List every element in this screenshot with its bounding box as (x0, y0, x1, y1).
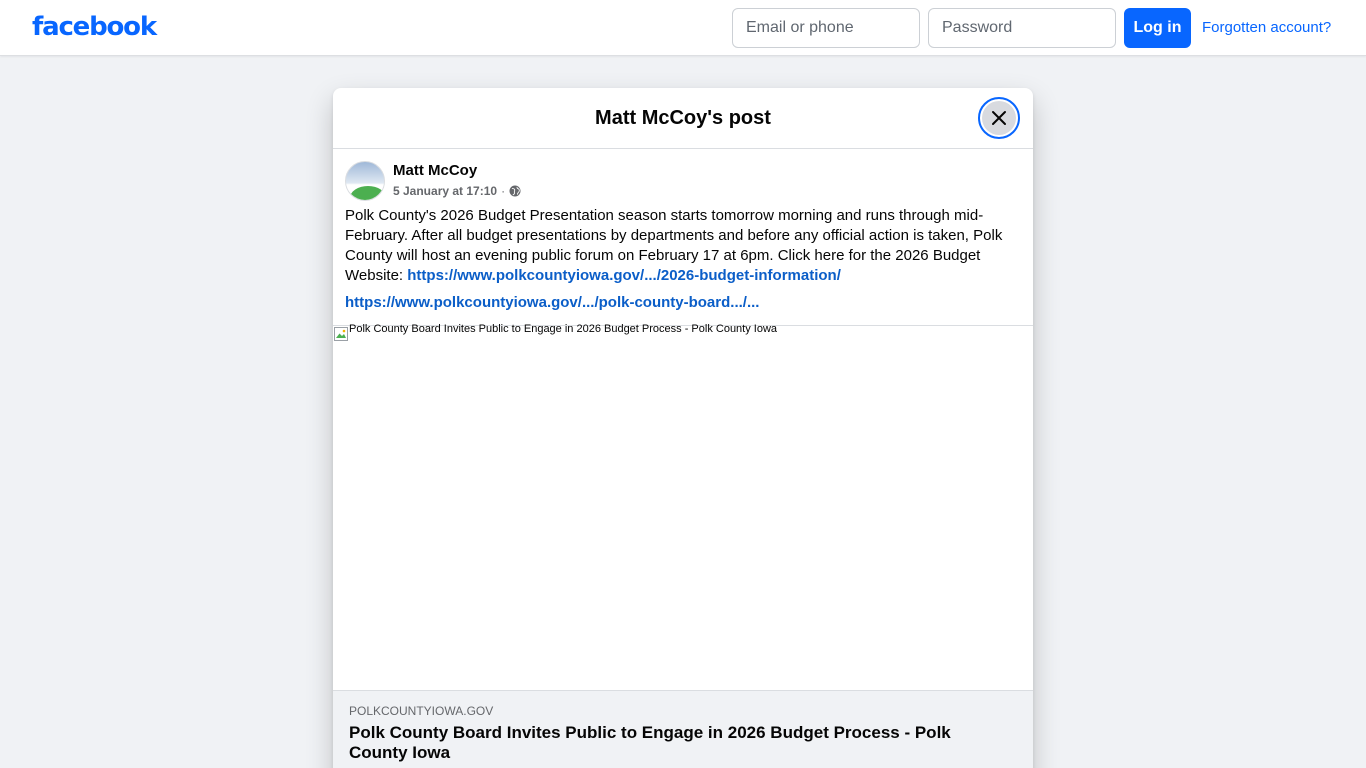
author-name[interactable]: Matt McCoy (393, 161, 477, 181)
image-alt-text: Polk County Board Invites Public to Enga… (349, 323, 778, 335)
dialog-header: Matt McCoy's post (333, 88, 1033, 149)
link-title: Polk County Board Invites Public to Enga… (349, 723, 951, 762)
budget-info-link[interactable]: https://www.polkcountyiowa.gov/.../2026-… (407, 267, 841, 284)
avatar[interactable] (345, 161, 385, 201)
forgot-account-link[interactable]: Forgotten account? (1202, 18, 1331, 38)
email-input[interactable] (732, 8, 920, 48)
globe-icon (509, 185, 521, 197)
board-page-link[interactable]: https://www.polkcountyiowa.gov/.../polk-… (345, 293, 759, 313)
top-navigation-bar: facebook Log in Forgotten account? (0, 0, 1366, 56)
post-dialog: Matt McCoy's post Matt McCoy 5 January a… (333, 88, 1033, 768)
post-text: Polk County's 2026 Budget Presentation s… (345, 206, 1009, 286)
facebook-logo[interactable]: facebook (32, 10, 157, 44)
close-button[interactable] (978, 97, 1020, 139)
link-domain: POLKCOUNTYIOWA.GOV (349, 704, 494, 718)
dialog-title: Matt McCoy's post (595, 107, 771, 129)
broken-image-icon (334, 327, 348, 341)
broken-image: Polk County Board Invites Public to Enga… (333, 323, 778, 342)
login-button[interactable]: Log in (1124, 8, 1191, 48)
link-preview-card[interactable]: POLKCOUNTYIOWA.GOV Polk County Board Inv… (333, 690, 1033, 768)
post-timestamp[interactable]: 5 January at 17:10 (393, 183, 497, 199)
meta-separator: · (501, 184, 506, 198)
post-meta: 5 January at 17:10 · (393, 183, 521, 199)
password-input[interactable] (928, 8, 1116, 48)
close-icon (992, 111, 1006, 125)
link-preview-image[interactable]: Polk County Board Invites Public to Enga… (333, 323, 1033, 690)
